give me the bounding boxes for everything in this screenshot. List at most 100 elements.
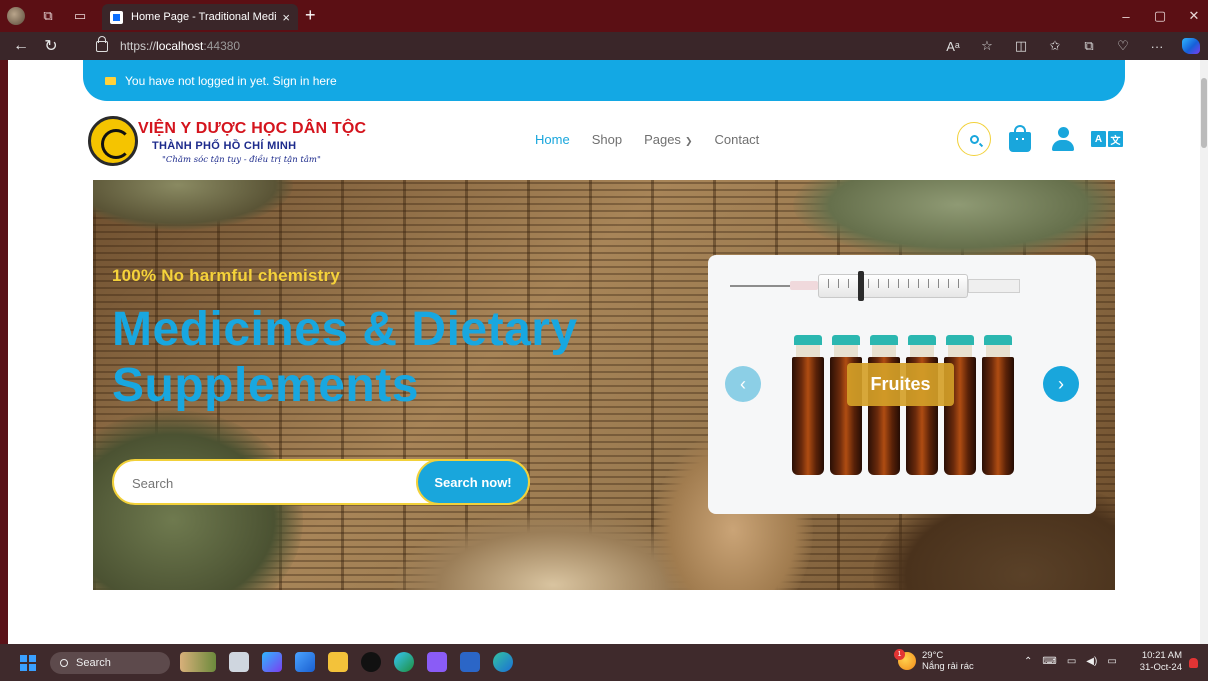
back-arrow-icon[interactable]: ←	[6, 32, 36, 60]
lock-icon[interactable]	[96, 35, 108, 52]
edge-icon[interactable]	[493, 652, 513, 672]
reload-icon[interactable]: ↻	[36, 32, 66, 60]
tab-title: Home Page - Traditional Medicine	[131, 11, 277, 23]
hero-bg-herbs	[793, 180, 1115, 260]
product-carousel: Fruites ‹ ›	[708, 255, 1096, 514]
site-favicon-icon	[110, 10, 123, 24]
weather-temp: 29°C	[922, 650, 944, 661]
hero-tagline: 100% No harmful chemistry	[112, 266, 340, 285]
nav-shop[interactable]: Shop	[592, 132, 622, 147]
clock-time: 10:21 AM	[1141, 650, 1182, 661]
taskbar-search[interactable]: Search	[50, 652, 170, 674]
task-view-icon[interactable]	[229, 652, 249, 672]
page-scrollbar[interactable]	[1200, 60, 1208, 644]
profile-avatar[interactable]	[0, 0, 32, 32]
tiktok-icon[interactable]	[361, 652, 381, 672]
search-now-button[interactable]: Search now!	[416, 459, 530, 505]
nav-pages[interactable]: Pages ❯	[644, 132, 692, 147]
weather-badge: 1	[894, 649, 905, 660]
carousel-slide-label[interactable]: Fruites	[847, 363, 954, 406]
keyboard-icon[interactable]: ⌨	[1042, 656, 1056, 667]
close-window-button[interactable]: ✕	[1176, 0, 1208, 32]
word-icon[interactable]	[460, 652, 480, 672]
search-button[interactable]	[957, 122, 991, 156]
favorite-star-icon[interactable]: ☆	[970, 38, 1004, 54]
file-explorer-icon[interactable]	[328, 652, 348, 672]
nav-pages-label: Pages	[644, 132, 681, 147]
windows-start-icon[interactable]	[20, 655, 36, 671]
hero-bg-herbs	[93, 180, 293, 230]
tab-actions-icon[interactable]: ▭	[64, 0, 96, 32]
minimize-button[interactable]: –	[1108, 0, 1144, 32]
system-tray: ⌃ ⌨ ▭ ◀) ▭	[1024, 656, 1117, 667]
workspaces-icon[interactable]: ⧉	[32, 0, 64, 32]
split-screen-icon[interactable]: ◫	[1004, 38, 1038, 54]
url-port: :44380	[203, 39, 241, 53]
translate-b: 文	[1108, 131, 1123, 147]
site-logo[interactable]: VIỆN Y DƯỢC HỌC DÂN TỘC THÀNH PHỐ HỒ CHÍ…	[88, 116, 366, 172]
battery-icon[interactable]: ▭	[1107, 656, 1116, 667]
syringe-image	[730, 271, 1030, 301]
taskbar-search-label: Search	[76, 657, 111, 669]
vial-image	[982, 335, 1014, 475]
taskbar-clock[interactable]: 10:21 AM 31-Oct-24	[1136, 650, 1182, 674]
hero-title: Medicines & Dietary Supplements	[112, 302, 578, 414]
volume-icon[interactable]: ◀)	[1086, 656, 1097, 667]
clock-date: 31-Oct-24	[1139, 662, 1182, 673]
restore-button[interactable]: ▢	[1142, 0, 1178, 32]
hero-search-box: Search now!	[112, 459, 530, 505]
login-banner[interactable]: You have not logged in yet. Sign in here	[83, 60, 1125, 101]
collections-icon[interactable]: ⧉	[1072, 38, 1106, 54]
pen-app-icon[interactable]	[295, 652, 315, 672]
carousel-next-icon[interactable]: ›	[1043, 366, 1079, 402]
windows-taskbar: Search 1 29°C Nắng rải rác ⌃ ⌨ ▭ ◀) ▭ 10…	[0, 644, 1208, 681]
header-actions: A 文	[957, 122, 1123, 156]
browser-tab-active[interactable]: Home Page - Traditional Medicine ×	[102, 4, 298, 30]
search-icon	[969, 134, 979, 144]
hero-search-input[interactable]	[132, 473, 412, 493]
translate-a: A	[1091, 131, 1106, 147]
search-icon	[60, 659, 68, 667]
logo-title: VIỆN Y DƯỢC HỌC DÂN TỘC	[138, 120, 367, 137]
vial-image	[792, 335, 824, 475]
weather-widget[interactable]: 1 29°C Nắng rải rác	[894, 649, 974, 672]
copilot-icon[interactable]	[1182, 38, 1200, 54]
logo-emblem	[88, 116, 138, 166]
carousel-prev-icon[interactable]: ‹	[725, 366, 761, 402]
favorites-icon[interactable]: ✩	[1038, 38, 1072, 54]
read-aloud-icon[interactable]: Aᵃ	[936, 39, 970, 54]
hero-title-line1: Medicines & Dietary	[112, 303, 578, 356]
visual-studio-icon[interactable]	[427, 652, 447, 672]
shopping-bag-icon[interactable]	[1009, 125, 1031, 152]
url-scheme: https://	[120, 39, 157, 53]
widgets-icon[interactable]	[180, 652, 216, 672]
new-tab-button[interactable]: +	[305, 6, 316, 24]
browser-essentials-icon[interactable]: ♡	[1106, 38, 1140, 54]
page-viewport: You have not logged in yet. Sign in here…	[8, 60, 1200, 644]
login-banner-text[interactable]: You have not logged in yet. Sign in here	[125, 74, 337, 88]
chevron-up-icon[interactable]: ⌃	[1024, 656, 1032, 667]
hero-title-line2: Supplements	[112, 359, 419, 412]
user-icon[interactable]	[1051, 127, 1075, 151]
logo-subtitle: THÀNH PHỐ HỒ CHÍ MINH	[152, 140, 297, 152]
main-nav: Home Shop Pages ❯ Contact	[535, 132, 759, 147]
edge-dev-icon[interactable]	[394, 652, 414, 672]
url-host: localhost	[156, 39, 204, 53]
taskbar-apps	[180, 652, 513, 672]
envelope-icon	[105, 76, 116, 85]
weather-sun-icon: 1	[894, 649, 916, 670]
notification-bell-icon[interactable]	[1189, 658, 1198, 668]
copilot-app-icon[interactable]	[262, 652, 282, 672]
weather-desc: Nắng rải rác	[922, 661, 974, 672]
nav-contact[interactable]: Contact	[714, 132, 759, 147]
network-icon[interactable]: ▭	[1067, 656, 1076, 667]
hero-banner: 100% No harmful chemistry Medicines & Di…	[93, 180, 1115, 590]
url-field[interactable]: https://localhost:44380	[96, 35, 996, 56]
address-bar-row: ← ↻ https://localhost:44380 Aᵃ ☆ ◫ ✩ ⧉ ♡…	[0, 32, 1208, 60]
close-tab-icon[interactable]: ×	[282, 10, 290, 25]
nav-home[interactable]: Home	[535, 132, 570, 147]
chevron-down-icon: ❯	[684, 136, 693, 146]
more-icon[interactable]: ···	[1140, 39, 1174, 54]
translate-icon[interactable]: A 文	[1091, 131, 1123, 147]
scrollbar-thumb[interactable]	[1201, 78, 1207, 148]
